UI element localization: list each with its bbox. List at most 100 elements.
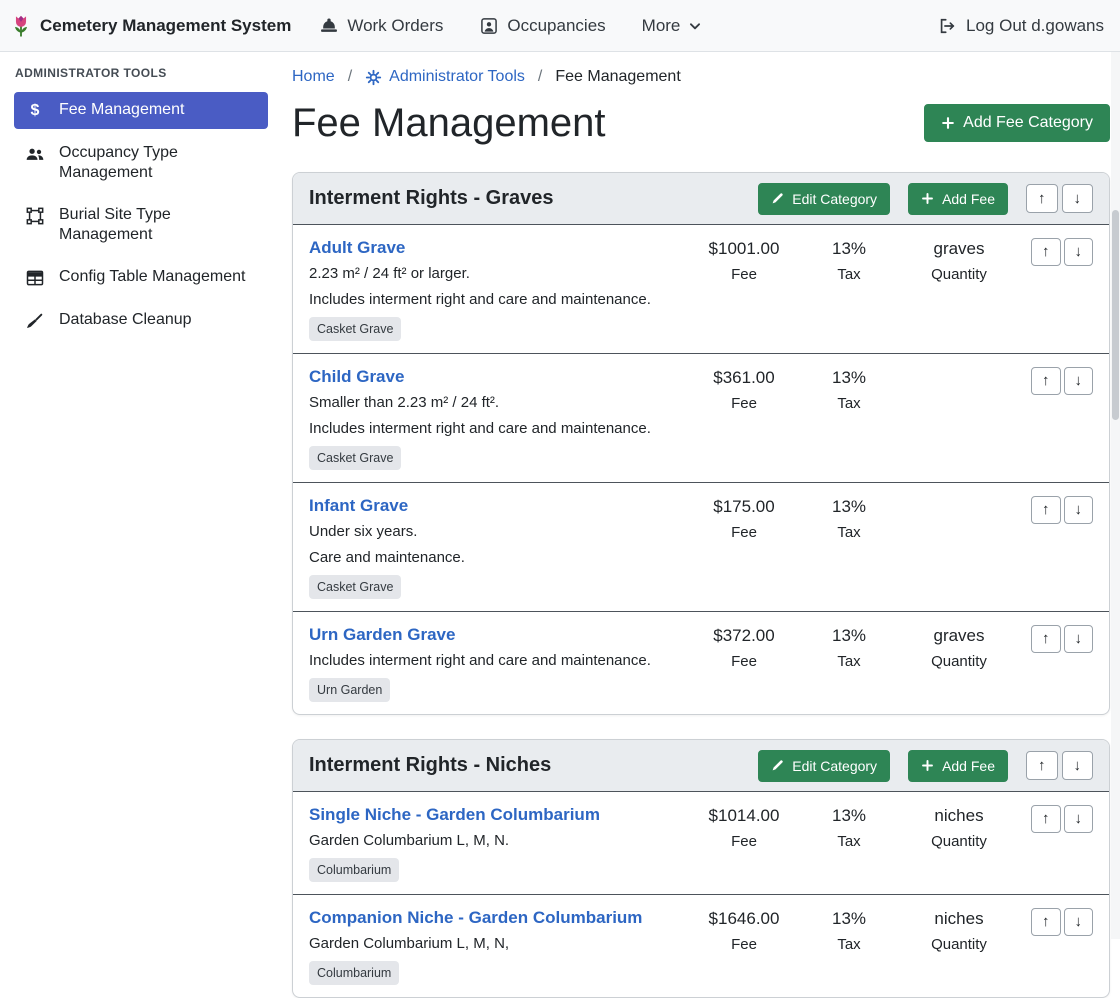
sidebar-item-occupancy-type[interactable]: Occupancy Type Management — [14, 135, 268, 191]
fee-amount-label: Fee — [689, 266, 799, 283]
move-fee-up-button[interactable]: ↑ — [1031, 367, 1061, 395]
tax-column: 13% Tax — [799, 623, 899, 670]
sidebar-item-burial-site-type[interactable]: Burial Site Type Management — [14, 197, 268, 253]
quantity-value: niches — [899, 806, 1019, 826]
quantity-label: Quantity — [899, 833, 1019, 850]
move-category-down-button[interactable]: ↓ — [1062, 184, 1094, 214]
move-fee-down-button[interactable]: ↓ — [1064, 496, 1094, 524]
sign-out-icon — [937, 16, 957, 36]
sidebar: ADMINISTRATOR TOOLS $ Fee Management Occ… — [0, 52, 280, 939]
tax-label: Tax — [799, 266, 899, 283]
fee-info: Infant Grave Under six years. Care and m… — [309, 494, 689, 599]
move-fee-down-button[interactable]: ↓ — [1064, 625, 1094, 653]
move-fee-up-button[interactable]: ↑ — [1031, 238, 1061, 266]
fee-reorder-buttons: ↑ ↓ — [1019, 906, 1093, 936]
fee-name-link[interactable]: Adult Grave — [309, 238, 405, 258]
fee-type-badge: Columbarium — [309, 961, 399, 985]
plus-icon — [921, 759, 934, 772]
fee-amount: $175.00 — [689, 497, 799, 517]
dollar-icon: $ — [24, 101, 46, 121]
fee-name-link[interactable]: Urn Garden Grave — [309, 625, 455, 645]
fee-info: Urn Garden Grave Includes interment righ… — [309, 623, 689, 702]
fee-name-link[interactable]: Single Niche - Garden Columbarium — [309, 805, 600, 825]
edit-category-label: Edit Category — [792, 758, 877, 774]
fee-description: Includes interment right and care and ma… — [309, 290, 681, 309]
move-fee-up-button[interactable]: ↑ — [1031, 496, 1061, 524]
quantity-label: Quantity — [899, 266, 1019, 283]
tax-value: 13% — [799, 368, 899, 388]
fee-row: Child Grave Smaller than 2.23 m² / 24 ft… — [293, 353, 1109, 482]
fee-description: Includes interment right and care and ma… — [309, 419, 681, 438]
move-fee-up-button[interactable]: ↑ — [1031, 625, 1061, 653]
add-fee-button[interactable]: Add Fee — [908, 183, 1008, 215]
fee-amount: $372.00 — [689, 626, 799, 646]
fee-name-link[interactable]: Infant Grave — [309, 496, 408, 516]
fee-amount-column: $372.00 Fee — [689, 623, 799, 670]
tax-column: 13% Tax — [799, 365, 899, 412]
fee-category-header: Interment Rights - Graves Edit Category … — [293, 173, 1109, 225]
move-fee-down-button[interactable]: ↓ — [1064, 367, 1094, 395]
fee-amount-label: Fee — [689, 395, 799, 412]
add-fee-category-button[interactable]: Add Fee Category — [924, 104, 1110, 142]
nav-occupancies-label: Occupancies — [507, 16, 605, 36]
fee-amount-column: $175.00 Fee — [689, 494, 799, 541]
add-fee-button[interactable]: Add Fee — [908, 750, 1008, 782]
quantity-value: niches — [899, 909, 1019, 929]
move-category-up-button[interactable]: ↑ — [1026, 184, 1058, 214]
breadcrumb-home[interactable]: Home — [292, 68, 335, 86]
fee-rows: Single Niche - Garden Columbarium Garden… — [293, 792, 1109, 997]
add-fee-category-label: Add Fee Category — [963, 114, 1093, 132]
scrollbar-track[interactable] — [1111, 52, 1120, 939]
sidebar-item-label: Occupancy Type Management — [59, 143, 258, 183]
move-category-down-button[interactable]: ↓ — [1062, 751, 1094, 781]
quantity-label: Quantity — [899, 653, 1019, 670]
fee-row: Infant Grave Under six years. Care and m… — [293, 482, 1109, 611]
app-title: Cemetery Management System — [40, 16, 291, 36]
broom-icon — [24, 311, 46, 331]
fee-info: Child Grave Smaller than 2.23 m² / 24 ft… — [309, 365, 689, 470]
move-fee-down-button[interactable]: ↓ — [1064, 908, 1094, 936]
tulip-logo-icon — [10, 12, 32, 39]
fee-type-badge: Urn Garden — [309, 678, 390, 702]
fee-reorder-buttons: ↑ ↓ — [1019, 365, 1093, 395]
fee-name-link[interactable]: Companion Niche - Garden Columbarium — [309, 908, 642, 928]
fee-name-link[interactable]: Child Grave — [309, 367, 404, 387]
add-fee-label: Add Fee — [942, 758, 995, 774]
fee-type-badge: Casket Grave — [309, 317, 401, 341]
sidebar-item-config-table[interactable]: Config Table Management — [14, 259, 268, 296]
move-fee-down-button[interactable]: ↓ — [1064, 238, 1094, 266]
sidebar-item-database-cleanup[interactable]: Database Cleanup — [14, 302, 268, 339]
app-brand[interactable]: Cemetery Management System — [10, 12, 291, 39]
tax-value: 13% — [799, 806, 899, 826]
tax-label: Tax — [799, 524, 899, 541]
edit-category-button[interactable]: Edit Category — [758, 750, 890, 782]
tax-value: 13% — [799, 909, 899, 929]
fee-category-title: Interment Rights - Graves — [309, 187, 740, 210]
logout-label: Log Out d.gowans — [966, 16, 1104, 36]
fee-category-list: Interment Rights - Graves Edit Category … — [292, 172, 1110, 998]
logout-button[interactable]: Log Out d.gowans — [937, 16, 1104, 36]
scrollbar-thumb[interactable] — [1112, 210, 1119, 420]
table-icon — [24, 268, 46, 288]
move-category-up-button[interactable]: ↑ — [1026, 751, 1058, 781]
fee-row: Adult Grave 2.23 m² / 24 ft² or larger. … — [293, 225, 1109, 353]
edit-category-button[interactable]: Edit Category — [758, 183, 890, 215]
nav-more[interactable]: More — [642, 16, 703, 36]
move-fee-up-button[interactable]: ↑ — [1031, 908, 1061, 936]
fee-type-badge: Casket Grave — [309, 575, 401, 599]
move-fee-up-button[interactable]: ↑ — [1031, 805, 1061, 833]
sidebar-item-fee-management[interactable]: $ Fee Management — [14, 92, 268, 129]
plus-icon — [941, 116, 955, 130]
nav-work-orders[interactable]: Work Orders — [319, 16, 443, 36]
add-fee-label: Add Fee — [942, 191, 995, 207]
breadcrumb-admin-tools[interactable]: Administrator Tools — [365, 68, 525, 86]
fee-amount: $1646.00 — [689, 909, 799, 929]
sidebar-item-label: Config Table Management — [59, 267, 246, 287]
tax-value: 13% — [799, 239, 899, 259]
move-fee-down-button[interactable]: ↓ — [1064, 805, 1094, 833]
tax-value: 13% — [799, 626, 899, 646]
nav-occupancies[interactable]: Occupancies — [479, 16, 605, 36]
quantity-column: graves Quantity — [899, 236, 1019, 283]
fee-amount: $1001.00 — [689, 239, 799, 259]
tax-column: 13% Tax — [799, 803, 899, 850]
